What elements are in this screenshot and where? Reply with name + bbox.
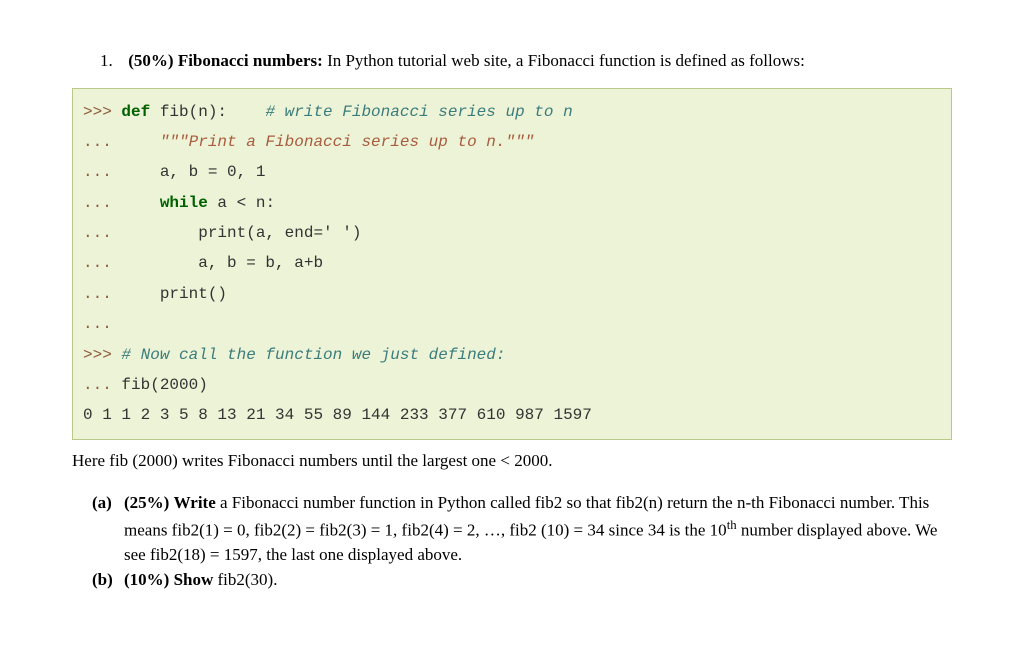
part-b-verb: Show [174, 570, 214, 589]
code-output: 0 1 1 2 3 5 8 13 21 34 55 89 144 233 377… [83, 406, 592, 424]
question-desc: In Python tutorial web site, a Fibonacci… [327, 51, 805, 70]
prompt: ... [83, 194, 160, 212]
question-title-line: (50%) Fibonacci numbers: In Python tutor… [128, 51, 805, 70]
code-comment: # write Fibonacci series up to n [265, 103, 572, 121]
code-text: print() [160, 285, 227, 303]
prompt: >>> [83, 103, 121, 121]
post-code-text: Here fib (2000) writes Fibonacci numbers… [72, 448, 952, 474]
part-b-text: fib2(30). [213, 570, 277, 589]
code-text: a, b = 0, 1 [160, 163, 266, 181]
code-block: >>> def fib(n): # write Fibonacci series… [72, 88, 952, 440]
keyword-while: while [160, 194, 208, 212]
sub-parts: (a)(25%) Write a Fibonacci number functi… [124, 491, 952, 592]
code-comment: # Now call the function we just defined: [121, 346, 505, 364]
keyword-def: def [121, 103, 150, 121]
code-text: a < n: [208, 194, 275, 212]
prompt: ... [83, 133, 160, 151]
code-text: fib(n): [150, 103, 265, 121]
part-a-label: (a) [92, 491, 124, 516]
part-b: (b)(10%) Show fib2(30). [124, 568, 952, 593]
code-text: a, b = b, a+b [198, 254, 323, 272]
prompt: ... [83, 315, 112, 333]
prompt: ... [83, 224, 198, 242]
docstring: """Print a Fibonacci series up to n.""" [160, 133, 534, 151]
prompt: ... [83, 163, 160, 181]
prompt: >>> [83, 346, 121, 364]
superscript-th: th [727, 518, 737, 532]
part-a-weight: (25%) [124, 493, 169, 512]
question-header: 1. (50%) Fibonacci numbers: In Python tu… [128, 48, 928, 74]
part-b-label: (b) [92, 568, 124, 593]
part-b-weight: (10%) [124, 570, 169, 589]
code-text: fib(2000) [121, 376, 207, 394]
part-a: (a)(25%) Write a Fibonacci number functi… [124, 491, 952, 568]
question-title: Fibonacci numbers: [178, 51, 323, 70]
code-text: print(a, end=' ') [198, 224, 361, 242]
prompt: ... [83, 376, 121, 394]
part-a-verb: Write [174, 493, 216, 512]
question-number: 1. [100, 51, 124, 71]
prompt: ... [83, 285, 160, 303]
question-weight: (50%) [128, 51, 173, 70]
prompt: ... [83, 254, 198, 272]
